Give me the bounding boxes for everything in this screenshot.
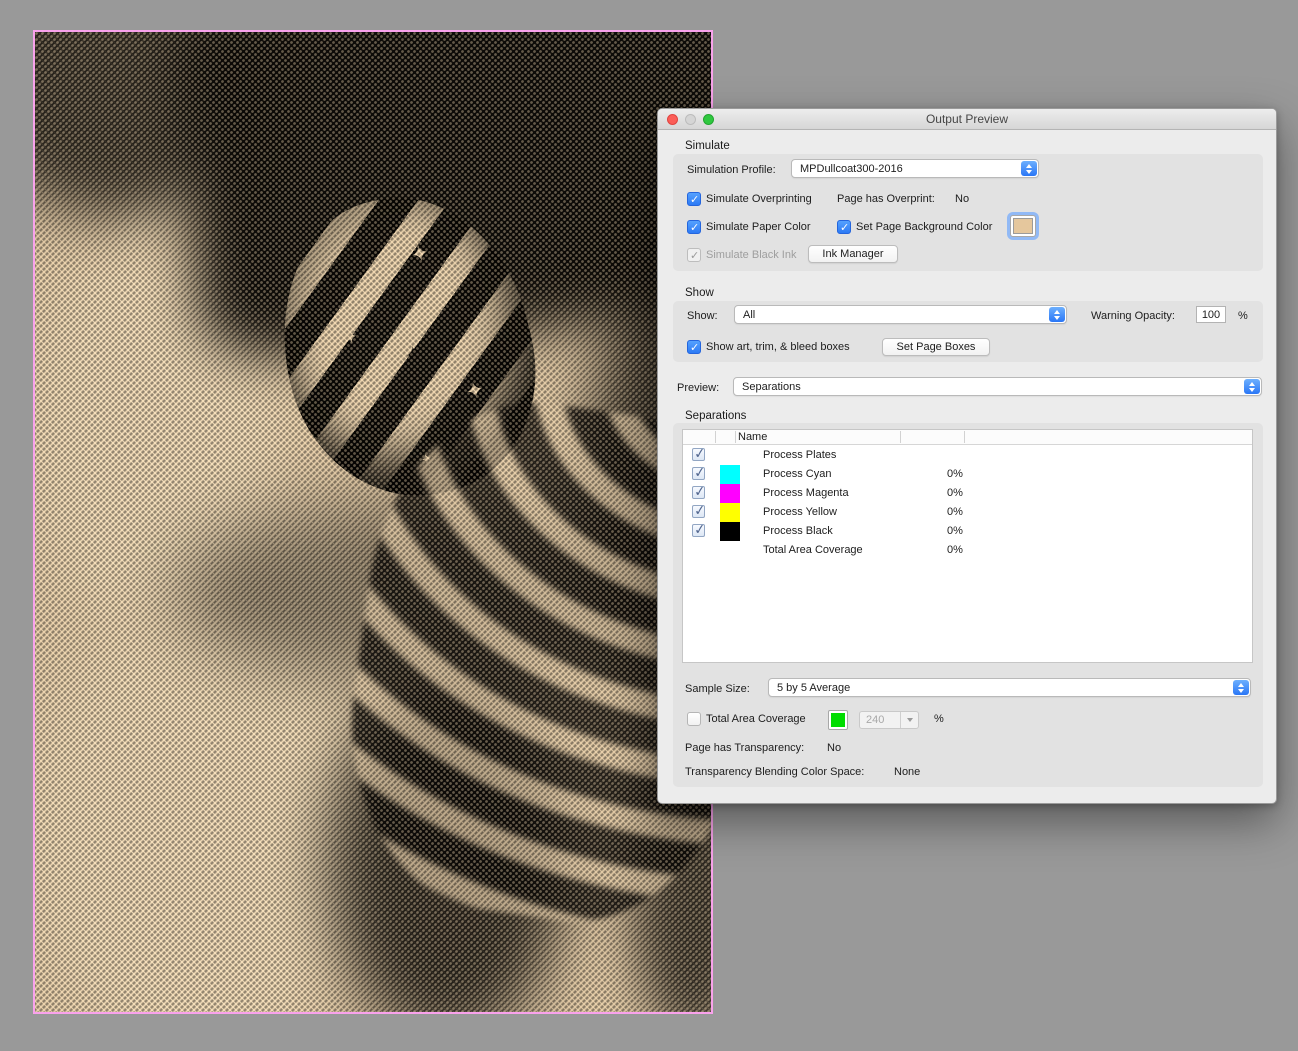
simulate-black-ink-label: Simulate Black Ink [706,249,797,261]
separations-section-label: Separations [685,410,747,422]
name-column-header: Name [738,431,768,443]
set-page-boxes-button[interactable]: Set Page Boxes [882,338,990,356]
blend-color-space-value: None [894,766,921,778]
sample-size-value: 5 by 5 Average [777,681,851,694]
tac-color-value [831,713,845,727]
desktop: ✦ ✦ ✦ ✦ ✦ ✦ Output Preview Simulate Simu… [0,0,1298,1051]
output-preview-window: Output Preview Simulate Simulation Profi… [657,108,1277,804]
table-row[interactable]: Process Cyan 0% [683,465,1252,484]
yellow-swatch [720,503,740,522]
show-value: All [743,308,756,321]
preview-label: Preview: [677,382,720,394]
set-page-background-color-checkbox[interactable] [837,220,851,234]
simulate-paper-color-checkbox[interactable] [687,220,701,234]
tac-threshold-combo: 240 [859,711,919,729]
table-row[interactable]: Process Black 0% [683,522,1252,541]
warning-opacity-input[interactable]: 100 [1196,306,1226,323]
separations-table[interactable]: Name Process Plates Process Cyan 0% Proc… [682,429,1253,663]
simulation-profile-select[interactable]: MPDullcoat300-2016 [791,159,1039,178]
page-background-color-swatch[interactable] [1010,215,1036,237]
warning-opacity-label: Warning Opacity: [1091,310,1175,322]
stepper-icon [1244,379,1260,394]
table-row[interactable]: Process Magenta 0% [683,484,1252,503]
show-select[interactable]: All [734,305,1067,324]
chevron-down-icon [900,712,918,728]
stepper-icon [1049,307,1065,322]
show-boxes-checkbox[interactable] [687,340,701,354]
total-area-coverage-label: Total Area Coverage [706,713,806,725]
simulate-overprinting-checkbox[interactable] [687,192,701,206]
stepper-icon [1021,161,1037,176]
halftone-dots-light [35,32,711,1012]
separations-table-header: Name [683,430,1252,445]
row-checkbox[interactable] [692,505,705,518]
magenta-swatch [720,484,740,503]
simulate-black-ink-checkbox [687,248,701,262]
sample-size-select[interactable]: 5 by 5 Average [768,678,1251,697]
row-checkbox[interactable] [692,467,705,480]
page-has-transparency-value: No [827,742,842,754]
page-has-overprint-value: No [955,193,970,205]
set-page-background-color-label: Set Page Background Color [856,221,993,233]
total-area-coverage-checkbox[interactable] [687,712,701,726]
stepper-icon [1233,680,1249,695]
ink-manager-button[interactable]: Ink Manager [808,245,898,263]
preview-select[interactable]: Separations [733,377,1262,396]
titlebar[interactable]: Output Preview [658,109,1276,130]
page-background-color-value [1013,218,1033,234]
show-section-label: Show [685,287,714,299]
page-has-transparency-label: Page has Transparency: [685,742,805,754]
row-checkbox[interactable] [692,448,705,461]
tac-percent: % [934,713,944,725]
show-boxes-label: Show art, trim, & bleed boxes [706,341,850,353]
row-checkbox[interactable] [692,524,705,537]
cyan-swatch [720,465,740,484]
simulate-overprinting-label: Simulate Overprinting [706,193,812,205]
simulation-profile-value: MPDullcoat300-2016 [800,162,903,175]
simulation-profile-label: Simulation Profile: [687,164,776,176]
window-title: Output Preview [925,112,1009,126]
row-checkbox[interactable] [692,486,705,499]
table-row[interactable]: Process Yellow 0% [683,503,1252,522]
show-label: Show: [687,310,718,322]
halftone-artwork: ✦ ✦ ✦ ✦ ✦ ✦ [33,30,713,1014]
page-has-overprint-label: Page has Overprint: [837,193,935,205]
simulate-paper-color-label: Simulate Paper Color [706,221,811,233]
tac-color-swatch[interactable] [828,710,848,730]
preview-value: Separations [742,380,801,393]
blend-color-space-label: Transparency Blending Color Space: [685,766,865,778]
black-swatch [720,522,740,541]
warning-opacity-percent: % [1238,310,1248,322]
table-row[interactable]: Total Area Coverage 0% [683,541,1252,560]
sample-size-label: Sample Size: [685,683,750,695]
table-row[interactable]: Process Plates [683,446,1252,465]
simulate-section-label: Simulate [685,140,730,152]
